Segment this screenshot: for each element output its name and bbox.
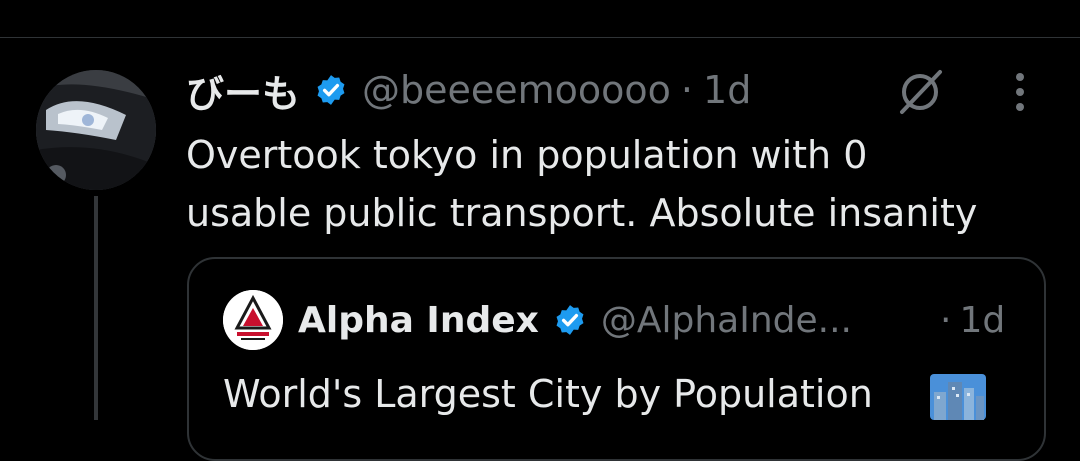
display-name[interactable]: びーも [186, 63, 300, 118]
more-vertical-icon[interactable] [1002, 70, 1038, 116]
quote-text: World's Largest City by Population [223, 372, 873, 416]
tweet-text-line: Overtook tokyo in population with 0 [186, 133, 868, 177]
tweet-text-line: usable public transport. Absolute insani… [186, 191, 978, 235]
quote-time-group: · 1d [940, 296, 1005, 344]
top-divider [0, 37, 1080, 38]
verified-badge-icon[interactable] [314, 73, 348, 107]
verified-badge-icon[interactable] [553, 303, 587, 337]
avatar[interactable] [36, 70, 156, 190]
timestamp[interactable]: 1d [703, 68, 751, 112]
quote-avatar[interactable] [223, 290, 283, 350]
quote-timestamp[interactable]: 1d [959, 300, 1005, 341]
separator-dot: · [940, 299, 952, 341]
thread-line [94, 196, 98, 420]
tweet-text: Overtook tokyo in population with 0 usab… [186, 126, 1066, 242]
alpha-index-logo [223, 290, 283, 350]
cityscape-icon [930, 374, 986, 420]
car-headlight-photo [36, 70, 156, 190]
quote-display-name[interactable]: Alpha Index [298, 300, 539, 341]
quote-header: Alpha Index @AlphaInde... [298, 296, 852, 344]
handle[interactable]: @beeeemooooo [362, 68, 671, 112]
grok-slash-icon[interactable] [894, 66, 946, 118]
quote-handle[interactable]: @AlphaInde... [601, 300, 852, 341]
quote-tweet-card[interactable] [187, 257, 1046, 461]
separator-dot: · [680, 68, 694, 112]
tweet-header: びーも @beeeemooooo · 1d [186, 66, 751, 116]
